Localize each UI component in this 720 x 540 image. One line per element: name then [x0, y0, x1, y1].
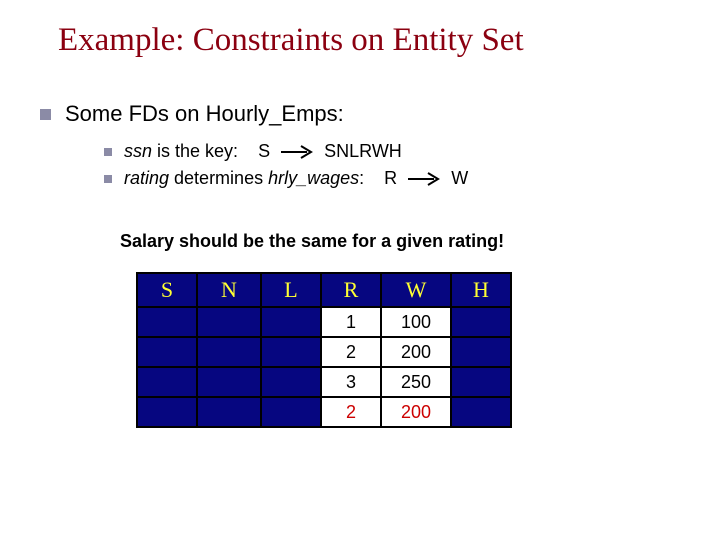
sub-bullet-list: ssn is the key: S SNLRWH rating determin…: [40, 127, 720, 189]
cell-r: 2: [321, 337, 381, 367]
bullet-main: Some FDs on Hourly_Emps:: [40, 101, 720, 127]
cell-l: [261, 397, 321, 427]
bullet-main-text: Some FDs on Hourly_Emps:: [65, 101, 344, 127]
arrow-icon: [279, 145, 315, 159]
col-header-s: S: [137, 273, 197, 307]
fd1-right: SNLRWH: [324, 141, 402, 161]
cell-s: [137, 367, 197, 397]
fd1-left: S: [258, 141, 270, 161]
cell-n: [197, 307, 261, 337]
cell-w: 250: [381, 367, 451, 397]
table-row: 3250: [137, 367, 511, 397]
cell-l: [261, 307, 321, 337]
cell-l: [261, 337, 321, 367]
header-row: SNLRWH: [137, 273, 511, 307]
fd1-plain: is the key:: [152, 141, 238, 161]
col-header-r: R: [321, 273, 381, 307]
col-header-h: H: [451, 273, 511, 307]
col-header-l: L: [261, 273, 321, 307]
fd2-colon: :: [359, 168, 364, 188]
cell-w: 200: [381, 337, 451, 367]
data-table: SNLRWH 1100220032502200: [136, 272, 512, 428]
data-table-wrap: SNLRWH 1100220032502200: [0, 252, 720, 428]
fd2-text: rating determines hrly_wages: R W: [124, 168, 468, 189]
fd1-text: ssn is the key: S SNLRWH: [124, 141, 402, 162]
bullet-square-icon: [40, 109, 51, 120]
table-row: 2200: [137, 337, 511, 367]
cell-s: [137, 397, 197, 427]
fd1-italic: ssn: [124, 141, 152, 161]
fd2-left: R: [384, 168, 397, 188]
note-text: Salary should be the same for a given ra…: [0, 195, 720, 252]
cell-h: [451, 397, 511, 427]
cell-r: 1: [321, 307, 381, 337]
bullet-square-icon: [104, 148, 112, 156]
fd2-right: W: [451, 168, 468, 188]
cell-r: 3: [321, 367, 381, 397]
arrow-icon: [406, 172, 442, 186]
cell-w: 100: [381, 307, 451, 337]
cell-h: [451, 367, 511, 397]
fd2-plain: determines: [169, 168, 268, 188]
col-header-n: N: [197, 273, 261, 307]
cell-h: [451, 307, 511, 337]
fd2-italic1: rating: [124, 168, 169, 188]
fd2-italic2: hrly_wages: [268, 168, 359, 188]
cell-s: [137, 337, 197, 367]
cell-h: [451, 337, 511, 367]
col-header-w: W: [381, 273, 451, 307]
table-row: 1100: [137, 307, 511, 337]
bullet-list: Some FDs on Hourly_Emps: ssn is the key:…: [0, 59, 720, 189]
cell-l: [261, 367, 321, 397]
sub-bullet-1: ssn is the key: S SNLRWH: [104, 141, 720, 162]
sub-bullet-2: rating determines hrly_wages: R W: [104, 168, 720, 189]
cell-w: 200: [381, 397, 451, 427]
table-row: 2200: [137, 397, 511, 427]
cell-s: [137, 307, 197, 337]
table-body: 1100220032502200: [137, 307, 511, 427]
slide-title: Example: Constraints on Entity Set: [0, 0, 720, 59]
cell-r: 2: [321, 397, 381, 427]
table-head: SNLRWH: [137, 273, 511, 307]
bullet-square-icon: [104, 175, 112, 183]
cell-n: [197, 367, 261, 397]
cell-n: [197, 397, 261, 427]
cell-n: [197, 337, 261, 367]
